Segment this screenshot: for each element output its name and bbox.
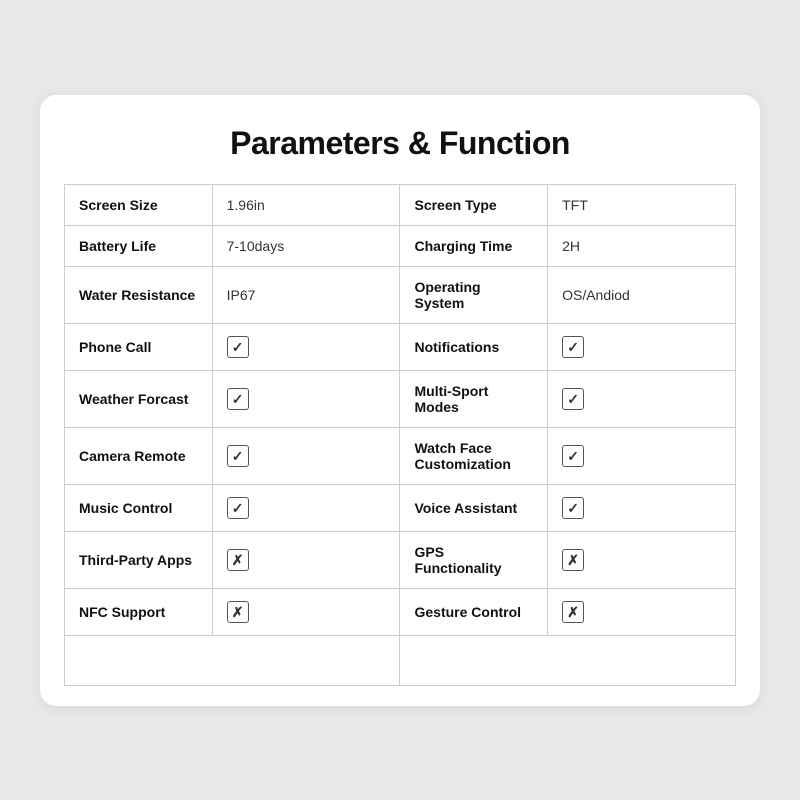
row-4-left-label: Weather Forcast xyxy=(65,370,213,427)
row-7-left-value xyxy=(212,531,400,588)
table-row-7: Third-Party Apps GPS Functionality xyxy=(65,531,736,588)
row-1-left-value: 7-10days xyxy=(212,225,400,266)
row-6-left-label: Music Control xyxy=(65,484,213,531)
table-row-3: Phone Call Notifications xyxy=(65,323,736,370)
check-yes-icon xyxy=(227,388,249,410)
row-8-right-label: Gesture Control xyxy=(400,588,548,635)
row-1-right-value: 2H xyxy=(548,225,736,266)
row-8-left-value xyxy=(212,588,400,635)
check-yes-icon xyxy=(562,336,584,358)
empty-right xyxy=(400,635,736,685)
page-title: Parameters & Function xyxy=(64,125,736,162)
row-0-right-value: TFT xyxy=(548,184,736,225)
row-2-left-label: Water Resistance xyxy=(65,266,213,323)
row-6-left-value xyxy=(212,484,400,531)
check-no-icon xyxy=(227,601,249,623)
check-no-icon xyxy=(562,549,584,571)
check-yes-icon xyxy=(562,497,584,519)
row-3-left-label: Phone Call xyxy=(65,323,213,370)
row-7-right-value xyxy=(548,531,736,588)
row-1-left-label: Battery Life xyxy=(65,225,213,266)
row-0-left-value: 1.96in xyxy=(212,184,400,225)
row-3-right-label: Notifications xyxy=(400,323,548,370)
table-row-1: Battery Life7-10daysCharging Time2H xyxy=(65,225,736,266)
row-0-left-label: Screen Size xyxy=(65,184,213,225)
row-7-left-label: Third-Party Apps xyxy=(65,531,213,588)
row-6-right-value xyxy=(548,484,736,531)
row-5-left-value xyxy=(212,427,400,484)
row-5-left-label: Camera Remote xyxy=(65,427,213,484)
check-yes-icon xyxy=(562,388,584,410)
row-2-right-label: Operating System xyxy=(400,266,548,323)
check-yes-icon xyxy=(227,336,249,358)
row-4-right-value xyxy=(548,370,736,427)
table-row-5: Camera Remote Watch Face Customization xyxy=(65,427,736,484)
table-row-0: Screen Size1.96inScreen TypeTFT xyxy=(65,184,736,225)
params-table: Screen Size1.96inScreen TypeTFTBattery L… xyxy=(64,184,736,686)
check-yes-icon xyxy=(562,445,584,467)
row-7-right-label: GPS Functionality xyxy=(400,531,548,588)
row-8-left-label: NFC Support xyxy=(65,588,213,635)
row-1-right-label: Charging Time xyxy=(400,225,548,266)
row-4-left-value xyxy=(212,370,400,427)
row-4-right-label: Multi-Sport Modes xyxy=(400,370,548,427)
check-no-icon xyxy=(227,549,249,571)
table-row-4: Weather Forcast Multi-Sport Modes xyxy=(65,370,736,427)
row-3-left-value xyxy=(212,323,400,370)
table-row-9 xyxy=(65,635,736,685)
row-8-right-value xyxy=(548,588,736,635)
table-row-8: NFC Support Gesture Control xyxy=(65,588,736,635)
row-6-right-label: Voice Assistant xyxy=(400,484,548,531)
table-row-2: Water ResistanceIP67Operating SystemOS/A… xyxy=(65,266,736,323)
check-yes-icon xyxy=(227,445,249,467)
check-yes-icon xyxy=(227,497,249,519)
check-no-icon xyxy=(562,601,584,623)
row-5-right-value xyxy=(548,427,736,484)
row-0-right-label: Screen Type xyxy=(400,184,548,225)
row-3-right-value xyxy=(548,323,736,370)
empty-left xyxy=(65,635,400,685)
card: Parameters & Function Screen Size1.96inS… xyxy=(40,95,760,706)
table-row-6: Music Control Voice Assistant xyxy=(65,484,736,531)
row-5-right-label: Watch Face Customization xyxy=(400,427,548,484)
row-2-left-value: IP67 xyxy=(212,266,400,323)
row-2-right-value: OS/Andiod xyxy=(548,266,736,323)
